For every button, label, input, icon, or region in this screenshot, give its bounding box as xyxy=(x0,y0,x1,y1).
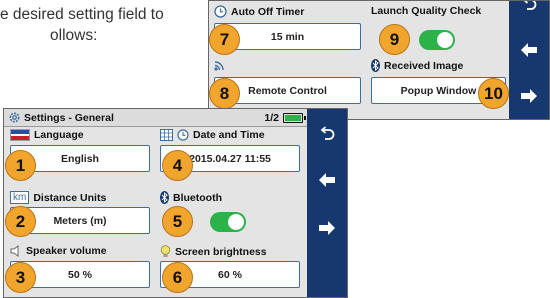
bluetooth-label-text: Bluetooth xyxy=(173,191,222,204)
back-arrow-icon xyxy=(520,1,538,12)
language-label: Language xyxy=(10,129,84,141)
distance-units-label: km Distance Units xyxy=(10,191,106,204)
battery-fill xyxy=(285,115,301,121)
right-arrow-icon xyxy=(318,220,336,236)
toggle-knob xyxy=(228,214,244,230)
flag-icon xyxy=(10,129,30,141)
date-time-label-text: Date and Time xyxy=(193,129,265,141)
language-value: English xyxy=(61,152,99,165)
battery-indicator xyxy=(283,113,306,123)
callout-1: 1 xyxy=(5,150,36,181)
speaker-volume-label: Speaker volume xyxy=(10,245,107,257)
remote-control-label xyxy=(214,59,227,71)
screen-title: Settings - General xyxy=(24,112,114,124)
callout-6: 6 xyxy=(162,262,193,293)
callout-8: 8 xyxy=(209,78,240,109)
clock-icon xyxy=(177,129,189,141)
previous-button[interactable] xyxy=(509,35,549,65)
callout-7: 7 xyxy=(209,24,240,55)
date-time-value: 2015.04.27 11:55 xyxy=(189,152,271,165)
callout-4: 4 xyxy=(162,150,193,181)
next-button[interactable] xyxy=(307,213,347,243)
intro-text: e desired setting field to ollows: xyxy=(0,4,200,46)
remote-control-value: Remote Control xyxy=(248,84,327,97)
previous-button[interactable] xyxy=(307,165,347,195)
intro-line-2: ollows: xyxy=(50,27,98,44)
wifi-signal-icon xyxy=(214,59,227,71)
speaker-volume-value: 50 % xyxy=(68,268,92,281)
screen-brightness-value: 60 % xyxy=(218,268,242,281)
callout-2: 2 xyxy=(5,206,36,237)
language-label-text: Language xyxy=(34,129,84,141)
bulb-icon xyxy=(160,245,171,258)
clock-icon xyxy=(214,5,227,18)
back-button[interactable] xyxy=(509,1,549,19)
auto-off-timer-value: 15 min xyxy=(270,30,305,43)
distance-units-label-text: Distance Units xyxy=(33,191,107,204)
received-image-label-text: Received Image xyxy=(384,59,464,72)
bluetooth-icon xyxy=(371,59,380,72)
callout-10: 10 xyxy=(478,78,509,109)
speaker-icon xyxy=(10,245,22,257)
title-bar: Settings - General 1/2 xyxy=(4,109,307,127)
distance-units-value: Meters (m) xyxy=(53,214,107,227)
bluetooth-toggle[interactable] xyxy=(210,212,246,232)
callout-5: 5 xyxy=(162,206,193,237)
received-image-label: Received Image xyxy=(371,59,463,72)
km-badge: km xyxy=(10,191,30,204)
bluetooth-label: Bluetooth xyxy=(160,191,222,204)
screen-brightness-label: Screen brightness xyxy=(160,245,267,258)
gear-icon xyxy=(8,111,21,124)
back-button[interactable] xyxy=(307,119,347,149)
back-arrow-icon xyxy=(318,126,336,142)
toggle-knob xyxy=(437,32,453,48)
received-image-value: Popup Window xyxy=(400,84,477,97)
auto-off-timer-label-text: Auto Off Timer xyxy=(231,5,305,18)
date-time-label: Date and Time xyxy=(160,129,265,141)
intro-line-1: e desired setting field to xyxy=(0,6,164,23)
nav-bar xyxy=(307,109,347,297)
left-arrow-icon xyxy=(318,172,336,188)
speaker-volume-label-text: Speaker volume xyxy=(26,245,107,257)
calendar-icon xyxy=(160,129,173,141)
callout-9: 9 xyxy=(379,24,410,55)
launch-quality-check-label-text: Launch Quality Check xyxy=(371,5,482,17)
bluetooth-icon xyxy=(160,191,169,204)
callout-3: 3 xyxy=(5,262,36,293)
launch-quality-check-toggle[interactable] xyxy=(419,30,455,50)
nav-bar xyxy=(509,1,549,119)
launch-quality-check-label: Launch Quality Check xyxy=(371,5,481,17)
page-indicator: 1/2 xyxy=(264,112,279,124)
left-arrow-icon xyxy=(520,42,538,58)
next-button[interactable] xyxy=(509,81,549,111)
screen-brightness-label-text: Screen brightness xyxy=(175,245,267,258)
right-arrow-icon xyxy=(520,88,538,104)
auto-off-timer-label: Auto Off Timer xyxy=(214,5,304,18)
